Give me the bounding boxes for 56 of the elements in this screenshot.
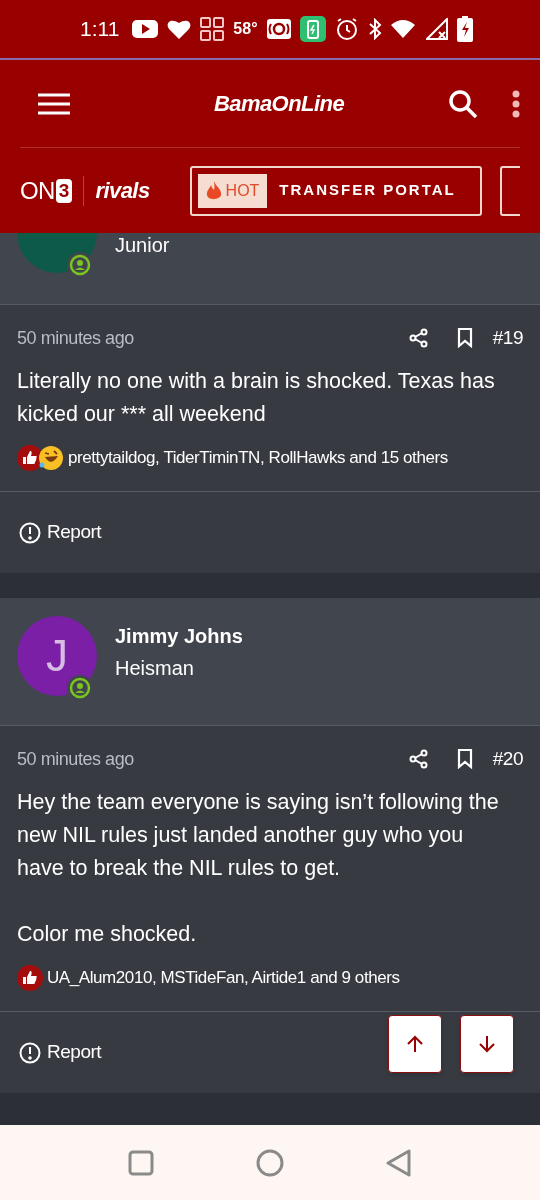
share-icon[interactable] (408, 328, 429, 348)
bookmark-icon[interactable] (456, 328, 473, 348)
username[interactable]: Jimmy Johns (115, 622, 243, 650)
thumbs-up-icon (17, 965, 43, 991)
on3-logo-text[interactable]: ON (20, 172, 55, 209)
user-avatar[interactable]: J (17, 616, 97, 696)
wifi-icon (390, 19, 417, 39)
play-icon (132, 19, 159, 39)
search-icon[interactable] (448, 88, 478, 119)
arrow-up-icon (406, 1035, 424, 1053)
temperature-text: 58° (233, 19, 258, 39)
more-options-icon[interactable] (512, 89, 520, 118)
reactions-text[interactable]: prettytaildog, TiderTiminTN, RollHawks and 15 others (68, 445, 448, 471)
signal-icon (425, 18, 448, 40)
hotspot-icon (266, 19, 291, 39)
thumbs-up-icon (17, 445, 43, 471)
online-status-icon (67, 675, 93, 701)
menu-icon[interactable] (38, 92, 70, 115)
user-rank: Heisman (115, 656, 195, 680)
home-icon[interactable] (256, 1148, 284, 1177)
post-number[interactable]: #19 (492, 323, 523, 353)
post-time: 50 minutes ago (17, 747, 134, 771)
transfer-portal-button[interactable]: HOT TRANSFER PORTAL (189, 165, 482, 216)
post-text: Color me shocked. (17, 921, 198, 948)
reactions-text[interactable]: UA_Alum2010, MSTideFan, Airtide1 and 9 others (47, 965, 400, 991)
hot-label: HOT (225, 180, 260, 201)
alert-icon (19, 1041, 41, 1064)
battery-charging-icon (456, 16, 473, 42)
user-rank: Junior (115, 233, 170, 257)
alert-icon (19, 521, 41, 544)
post-number[interactable]: #20 (492, 744, 523, 774)
heart-icon (167, 18, 192, 40)
post-time: 50 minutes ago (17, 326, 134, 350)
scroll-up-button[interactable] (388, 1015, 442, 1073)
post-text: Hey the team everyone is saying isn’t following the new NIL rules just landed another guy who you have to break the NIL rules to get. (17, 789, 500, 882)
share-icon[interactable] (408, 749, 429, 769)
scroll-down-button[interactable] (460, 1015, 514, 1073)
promo-button-edge[interactable] (500, 165, 520, 216)
battery-saver-icon (299, 16, 326, 42)
back-icon[interactable] (386, 1148, 412, 1177)
bluetooth-icon (367, 18, 382, 40)
site-logo[interactable]: BamaOnLine (213, 87, 345, 120)
bookmark-icon[interactable] (456, 749, 473, 769)
flame-icon (205, 180, 222, 201)
laughing-emoji-icon (38, 445, 64, 471)
online-status-icon (67, 252, 93, 278)
report-button[interactable]: Report (19, 1038, 102, 1067)
arrow-down-icon (478, 1035, 496, 1053)
recent-apps-icon[interactable] (128, 1149, 154, 1176)
alarm-icon (334, 17, 359, 41)
widgets-icon (200, 17, 225, 41)
on3-logo-badge[interactable]: 3 (55, 178, 73, 203)
post-text: Literally no one with a brain is shocked. Texas has kicked our *** all weekend (17, 368, 496, 428)
rivals-logo[interactable]: rivals (95, 174, 150, 207)
report-button[interactable]: Report (19, 518, 102, 547)
clock-time: 1:11 (80, 16, 120, 43)
